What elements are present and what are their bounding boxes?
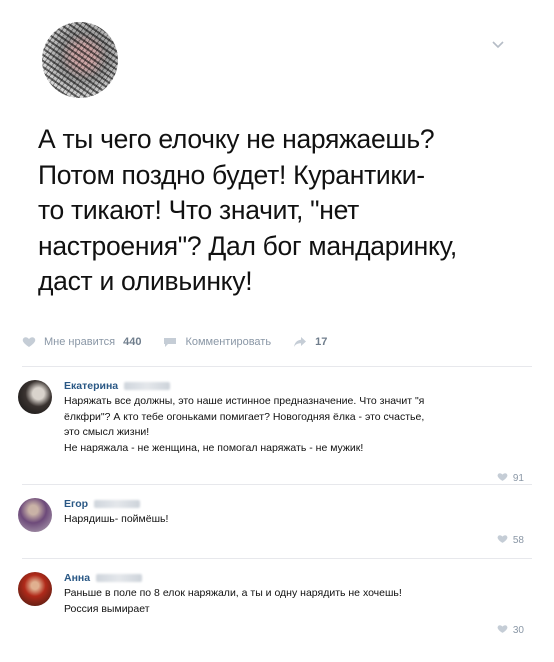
comment-text-line: Не наряжала - не женщина, не помогал нар… [64,441,364,454]
post-text-line: Потом поздно будет! Курантики- [38,159,425,190]
comment-text-line: Наряжать все должны, это наше истинное п… [64,395,425,407]
comment-text-line: Россия вымирает [64,602,150,615]
comment-text: Наряжать все должны, это наше истинное п… [64,394,534,456]
divider [22,484,532,485]
comment-avatar[interactable] [18,572,52,606]
comment-author-surname-blurred [124,382,171,391]
comment-author[interactable]: Екатерина [64,380,171,392]
comment-text-line: Раньше в поле по 8 елок наряжали, а ты и… [64,587,402,599]
like-label: Мне нравится [44,336,116,348]
post-text: А ты чего елочку не наряжаешь? Потом поз… [38,122,518,300]
comment: Анна Раньше в поле по 8 елок наряжали, а… [18,572,538,652]
comment-icon [163,336,177,348]
post-header [0,0,554,110]
comment-author[interactable]: Егор [64,498,141,510]
post-actions: Мне нравится 440 Комментировать 17 [22,332,522,352]
comment-text: Раньше в поле по 8 елок наряжали, а ты и… [64,586,534,617]
comment-like-count: 30 [512,625,524,636]
share-count: 17 [315,336,328,348]
comment-text-line: Нарядишь- поймёшь! [64,513,169,525]
divider [22,558,532,559]
comment-text: Нарядишь- поймёшь! [64,512,534,528]
comment-like-button[interactable]: 30 [497,624,524,637]
comment-label: Комментировать [185,336,272,348]
post-text-line: даст и оливьинку! [38,266,253,296]
heart-icon [22,336,36,348]
post-text-line: А ты чего елочку не наряжаешь? [38,124,435,154]
like-count: 440 [123,336,142,348]
comment-button[interactable]: Комментировать [163,336,271,348]
chevron-down-icon[interactable] [490,36,506,52]
comment-author[interactable]: Анна [64,572,143,584]
comment-author-name[interactable]: Анна [64,572,90,584]
comment-like-count: 58 [512,535,524,546]
post-text-line: то тикают! Что значит, "нет [38,195,359,225]
author-avatar[interactable] [42,22,118,98]
comment-text-line: это смысл жизни! [64,426,150,438]
share-icon [293,336,307,348]
comment-author-surname-blurred [96,574,143,583]
comment-like-button[interactable]: 58 [497,534,524,547]
comment-avatar[interactable] [18,380,52,414]
comment-author-name[interactable]: Егор [64,498,88,510]
share-button[interactable]: 17 [293,336,327,348]
heart-icon [497,624,508,637]
post-text-line: настроения"? Дал бог мандаринку, [38,230,457,261]
heart-icon [497,534,508,547]
comment-author-name[interactable]: Екатерина [64,380,118,392]
comment-author-surname-blurred [94,500,141,509]
comment-avatar[interactable] [18,498,52,532]
comment: Егор Нарядишь- поймёшь! 58 [18,498,538,558]
comment: Екатерина Наряжать все должны, это наше … [18,380,538,490]
comment-like-count: 91 [512,473,524,484]
divider [22,366,532,367]
comment-text-line: ёлкфри"? А кто тебе огоньками помигает? … [64,410,425,423]
like-button[interactable]: Мне нравится 440 [22,336,141,348]
